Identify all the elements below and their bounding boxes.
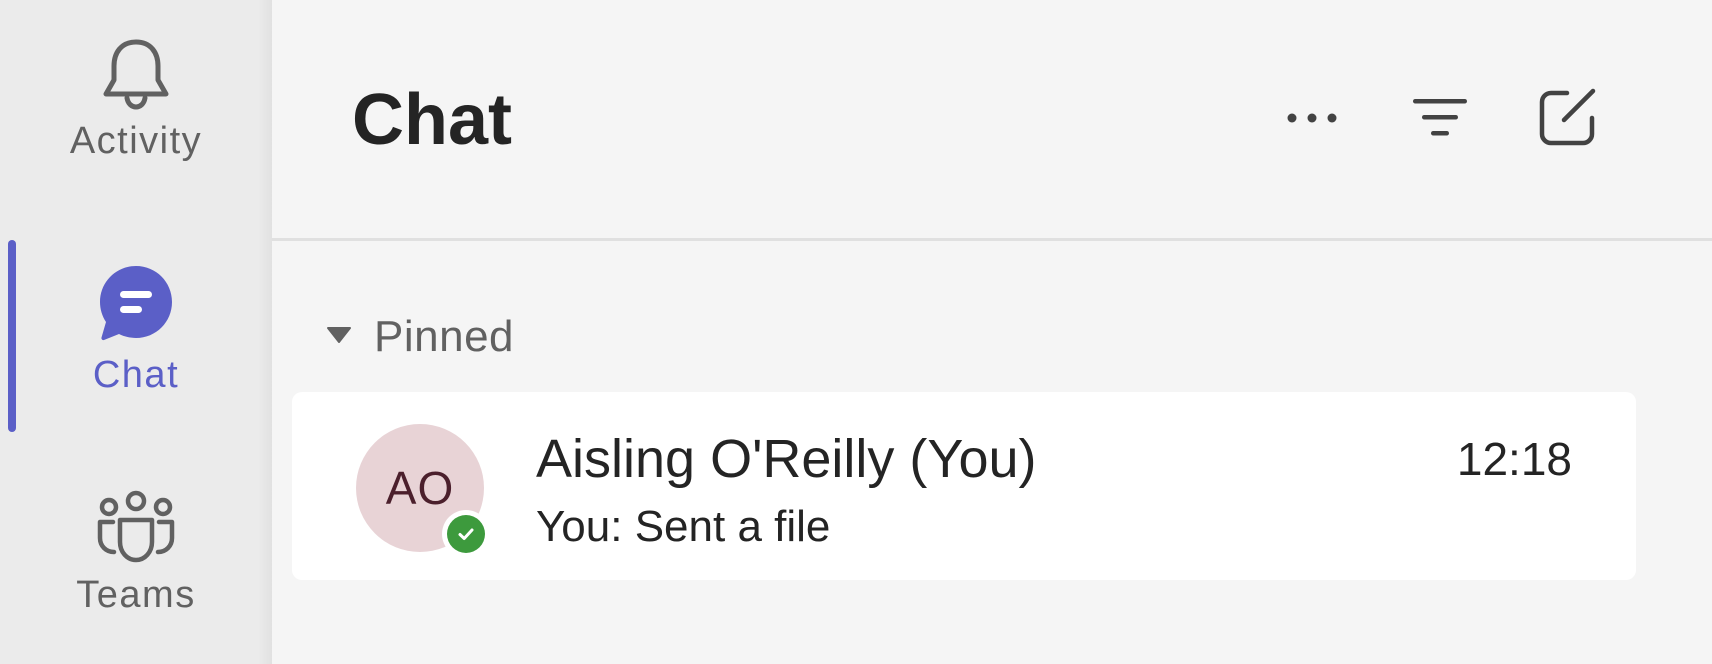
rail-item-label: Activity bbox=[69, 120, 203, 162]
more-options-button[interactable] bbox=[1272, 80, 1352, 160]
section-label: Pinned bbox=[374, 312, 515, 361]
caret-down-icon bbox=[326, 325, 374, 350]
rail-item-activity[interactable]: Activity bbox=[0, 36, 272, 163]
presence-available-icon bbox=[447, 515, 485, 553]
header-divider bbox=[272, 238, 1712, 241]
more-options-icon bbox=[1284, 108, 1340, 133]
chat-list-panel: Chat Pinned AO Aisling O'Reilly (You) 12… bbox=[272, 0, 1712, 664]
rail-item-chat[interactable]: Chat bbox=[0, 262, 272, 397]
teams-icon bbox=[94, 490, 178, 566]
new-chat-icon bbox=[1537, 87, 1599, 154]
left-rail: Activity Chat Teams bbox=[0, 0, 272, 664]
chat-timestamp: 12:18 bbox=[1456, 433, 1572, 485]
filter-button[interactable] bbox=[1400, 80, 1480, 160]
filter-icon bbox=[1411, 96, 1469, 145]
avatar-initials: AO bbox=[385, 462, 455, 514]
new-chat-button[interactable] bbox=[1528, 80, 1608, 160]
teams-app: Activity Chat Teams Chat Pinned AO Aisli… bbox=[0, 0, 1712, 664]
presence-badge bbox=[442, 510, 490, 558]
chat-name: Aisling O'Reilly (You) bbox=[536, 429, 1037, 489]
rail-item-teams[interactable]: Teams bbox=[0, 490, 272, 617]
page-title: Chat bbox=[352, 80, 512, 160]
chat-bubble-icon bbox=[94, 262, 178, 346]
rail-item-label: Chat bbox=[92, 354, 180, 396]
chat-list-item[interactable]: AO Aisling O'Reilly (You) 12:18 You: Sen… bbox=[292, 392, 1636, 580]
bell-icon bbox=[98, 36, 174, 112]
pinned-section-toggle[interactable]: Pinned bbox=[326, 312, 514, 362]
chat-preview: You: Sent a file bbox=[536, 502, 831, 551]
rail-item-label: Teams bbox=[76, 574, 196, 616]
rail-shadow bbox=[258, 0, 272, 664]
panel-header: Chat bbox=[272, 0, 1712, 240]
